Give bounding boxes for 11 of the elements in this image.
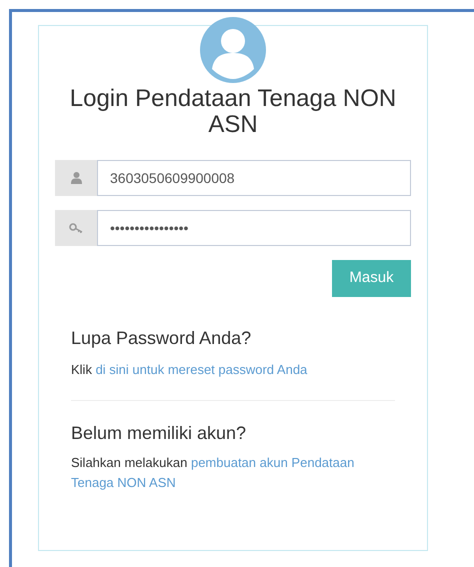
reset-text: Klik di sini untuk mereset password Anda bbox=[71, 361, 308, 379]
section-heading: Lupa Password Anda? bbox=[71, 327, 252, 349]
password-field[interactable]: •••••••••••••••• bbox=[97, 210, 411, 246]
register-text: Silahkan melakukan pembuatan akun Pendataan Tenaga NON ASN bbox=[71, 454, 356, 492]
link[interactable]: Tenaga NON ASN bbox=[71, 475, 176, 490]
submit-button[interactable]: Masuk bbox=[332, 260, 411, 297]
link[interactable]: pembuatan akun Pendataan bbox=[190, 455, 354, 470]
section-heading: Belum memiliki akun? bbox=[71, 422, 248, 444]
link[interactable]: di sini untuk mereset password Anda bbox=[96, 362, 308, 377]
login-title: Login Pendataan Tenaga NON ASN bbox=[68, 86, 398, 138]
username-field[interactable]: 3603050609900008 bbox=[97, 160, 411, 196]
